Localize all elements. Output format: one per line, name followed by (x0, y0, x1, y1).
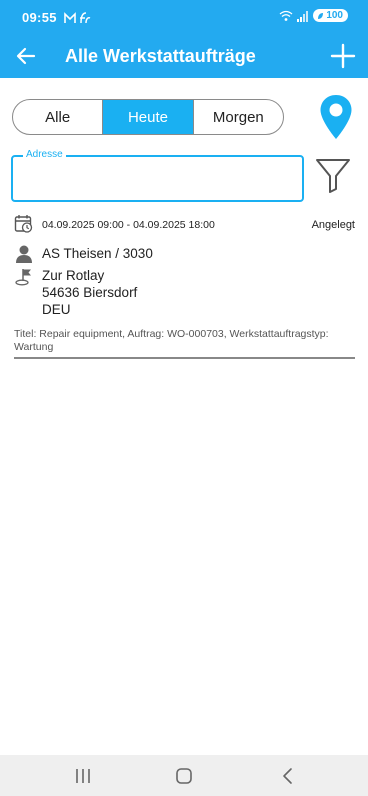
calendar-clock-icon (14, 215, 33, 233)
order-address: Zur Rotlay 54636 Biersdorf DEU (42, 267, 137, 318)
filter-icon[interactable] (314, 156, 352, 194)
plus-icon[interactable] (330, 43, 356, 69)
order-status: Angelegt (311, 219, 355, 231)
person-icon (16, 245, 32, 263)
home-icon[interactable] (173, 765, 195, 787)
order-description: Titel: Repair equipment, Auftrag: WO-000… (14, 328, 329, 353)
tab-heute[interactable]: Heute (102, 100, 193, 134)
location-flag-icon (15, 269, 31, 286)
recent-apps-icon[interactable] (72, 765, 94, 787)
person-row: AS Theisen / 3030 (14, 244, 153, 264)
battery-level: 100 (326, 10, 343, 21)
status-bar: 09:55 100 (0, 0, 368, 36)
battery-indicator: 100 (313, 9, 348, 22)
address-country: DEU (42, 302, 71, 317)
notification-icons (64, 12, 91, 24)
system-back-icon[interactable] (277, 765, 299, 787)
tab-morgen[interactable]: Morgen (192, 100, 283, 134)
date-row: 04.09.2025 09:00 - 04.09.2025 18:00 (14, 214, 215, 234)
map-pin-icon[interactable] (319, 94, 353, 140)
page-title: Alle Werkstattaufträge (65, 46, 256, 66)
app-bar: Alle Werkstattaufträge (0, 36, 368, 78)
order-date-range: 04.09.2025 09:00 - 04.09.2025 18:00 (42, 219, 215, 231)
divider (14, 357, 355, 359)
day-filter-tabs: Alle Heute Morgen (12, 99, 284, 135)
address-input[interactable] (23, 167, 293, 191)
leaf-icon (318, 12, 324, 19)
address-field: Adresse (11, 149, 304, 202)
status-time: 09:55 (22, 10, 57, 25)
signal-icon (297, 10, 309, 22)
address-row: Zur Rotlay 54636 Biersdorf DEU (14, 267, 137, 318)
system-nav-bar (0, 755, 368, 796)
order-customer: AS Theisen / 3030 (42, 246, 153, 261)
address-city: 54636 Biersdorf (42, 285, 138, 300)
status-right: 100 (279, 9, 348, 22)
arrow-left-icon[interactable] (14, 44, 38, 68)
tab-alle[interactable]: Alle (13, 100, 102, 134)
wifi-icon (279, 10, 293, 21)
address-label: Adresse (23, 149, 66, 160)
order-list-item[interactable]: 04.09.2025 09:00 - 04.09.2025 18:00 Ange… (14, 214, 355, 359)
address-street: Zur Rotlay (42, 268, 105, 283)
